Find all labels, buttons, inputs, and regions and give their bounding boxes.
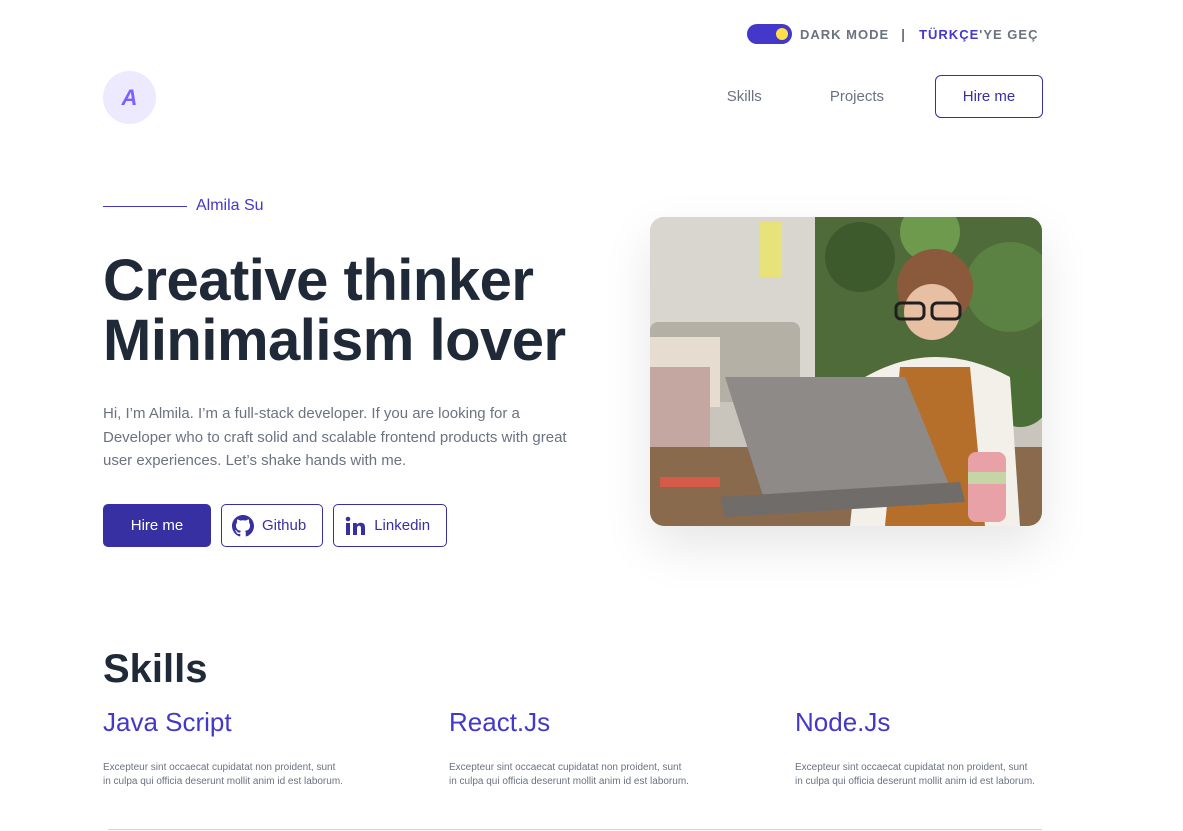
- hero-hire-button[interactable]: Hire me: [103, 504, 211, 547]
- dark-mode-label: DARK MODE: [800, 26, 890, 42]
- toggle-knob: [776, 28, 788, 40]
- headline-line-1: Creative thinker: [103, 248, 534, 313]
- language-switch[interactable]: TÜRKÇE'YE GEÇ: [919, 27, 1038, 42]
- skill-name: Node.Js: [795, 707, 891, 737]
- hero-headline: Creative thinker Minimalism lover: [103, 251, 566, 371]
- linkedin-icon: [344, 515, 366, 537]
- nav-hire-button[interactable]: Hire me: [935, 75, 1043, 118]
- skill-description: Excepteur sint occaecat cupidatat non pr…: [449, 762, 689, 787]
- skill-card: Java Script Excepteur sint occaecat cupi…: [103, 707, 353, 788]
- nav-link-skills[interactable]: Skills: [727, 88, 762, 105]
- hero-photo: [650, 217, 1042, 526]
- dark-mode-toggle[interactable]: [747, 24, 792, 44]
- skill-card: React.Js Excepteur sint occaecat cupidat…: [449, 707, 699, 788]
- skill-description: Excepteur sint occaecat cupidatat non pr…: [795, 762, 1035, 787]
- eyebrow-line: [103, 205, 187, 207]
- top-bar: DARK MODE | TÜRKÇE'YE GEÇ: [747, 24, 1038, 44]
- github-label: Github: [262, 517, 307, 534]
- skill-name: React.Js: [449, 707, 551, 737]
- linkedin-label: Linkedin: [374, 517, 431, 534]
- logo-letter: A: [121, 84, 138, 110]
- language-switch-rest: 'YE GEÇ: [979, 26, 1039, 42]
- skill-name: Java Script: [103, 707, 232, 737]
- skill-description: Excepteur sint occaecat cupidatat non pr…: [103, 762, 343, 787]
- linkedin-button[interactable]: Linkedin: [333, 504, 448, 547]
- github-button[interactable]: Github: [221, 504, 324, 547]
- skill-card: Node.Js Excepteur sint occaecat cupidata…: [795, 707, 1045, 788]
- hero-photo-illustration: [650, 217, 1042, 526]
- nav-link-projects[interactable]: Projects: [830, 88, 884, 105]
- headline-line-2: Minimalism lover: [103, 308, 566, 373]
- main-nav: Skills Projects Hire me: [727, 75, 1043, 118]
- language-switch-accent: TÜRKÇE: [919, 26, 980, 42]
- github-icon: [232, 514, 254, 537]
- hero-intro: Hi, I’m Almila. I’m a full-stack develop…: [103, 405, 567, 469]
- section-divider: [108, 829, 1042, 830]
- topbar-separator: |: [901, 26, 906, 42]
- hero-eyebrow: Almila Su: [103, 197, 264, 215]
- hero-cta-row: Hire me Github Linkedin: [103, 504, 457, 547]
- skills-title: Skills: [103, 647, 208, 691]
- hero-name: Almila Su: [196, 197, 264, 214]
- site-logo[interactable]: A: [103, 71, 156, 124]
